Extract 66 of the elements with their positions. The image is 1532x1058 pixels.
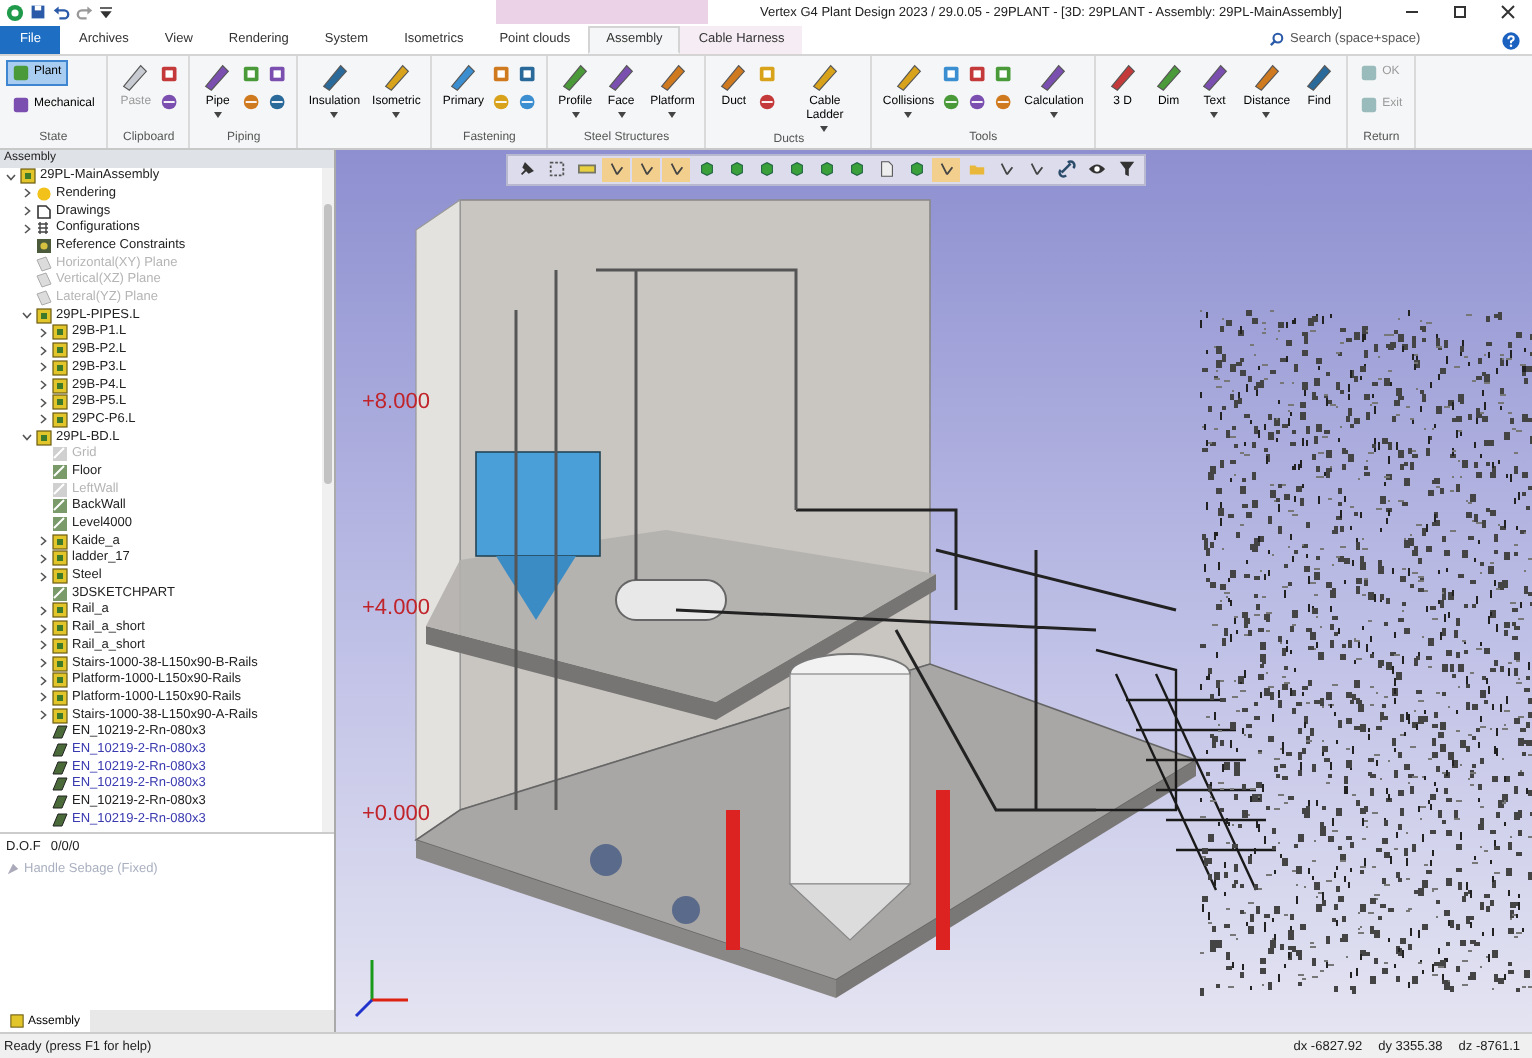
ruler-icon <box>577 160 595 179</box>
tool-icon[interactable] <box>492 63 515 84</box>
view-tool-button[interactable] <box>632 157 660 182</box>
constraint-icon <box>6 861 20 876</box>
chevron-icon[interactable] <box>38 362 48 373</box>
chevron-icon[interactable] <box>38 605 48 616</box>
view-tool-button[interactable] <box>602 157 630 182</box>
chevron-icon[interactable] <box>38 345 48 356</box>
assembly-icon <box>10 1014 24 1029</box>
chevron-icon[interactable] <box>38 692 48 703</box>
view-tool-button[interactable] <box>932 157 960 182</box>
search-icon <box>1270 32 1284 47</box>
chevron-icon[interactable] <box>22 206 32 217</box>
customize-caret-icon[interactable] <box>100 6 112 18</box>
chevron-icon[interactable] <box>38 414 48 425</box>
filter-icon <box>1117 160 1135 179</box>
document-icon <box>36 203 52 220</box>
chevron-icon[interactable] <box>22 310 32 321</box>
chevron-icon[interactable] <box>22 223 32 234</box>
box-icon <box>547 160 565 179</box>
chevron-icon[interactable] <box>38 675 48 686</box>
chevron-icon[interactable] <box>38 571 48 582</box>
chevron-icon[interactable] <box>38 623 48 634</box>
part-icon <box>52 585 68 602</box>
chevron-icon[interactable] <box>38 380 48 390</box>
undo-icon[interactable] <box>52 4 70 20</box>
tool-icon[interactable] <box>994 63 1017 84</box>
constraint-icon <box>36 238 52 254</box>
elevation-label: +4.000 <box>362 595 430 620</box>
save-icon[interactable] <box>30 4 46 20</box>
chevron-icon[interactable] <box>38 553 48 564</box>
axis-triad-icon <box>354 959 408 1017</box>
assembly-icon <box>20 168 36 185</box>
tool-icon[interactable] <box>942 63 965 84</box>
folder-icon <box>967 160 985 179</box>
chevron-icon[interactable] <box>38 710 48 721</box>
redo-icon[interactable] <box>76 4 94 20</box>
eye-icon <box>1087 160 1105 179</box>
bulb-icon <box>36 185 52 202</box>
chevron-icon[interactable] <box>38 397 48 408</box>
maximize-icon <box>1452 4 1468 20</box>
app-logo-icon[interactable] <box>6 3 24 21</box>
elevation-label: +0.000 <box>362 801 430 826</box>
view-tool-button[interactable] <box>662 157 690 182</box>
elevation-label: +8.000 <box>362 389 430 414</box>
list-icon <box>36 220 52 237</box>
chevron-icon[interactable] <box>6 171 16 182</box>
chevron-icon[interactable] <box>38 640 48 651</box>
link-icon <box>1057 160 1075 179</box>
scrollbar[interactable] <box>322 167 334 832</box>
chevron-icon[interactable] <box>38 327 48 338</box>
cube-icon <box>907 160 925 179</box>
tool-icon[interactable] <box>160 63 183 84</box>
tool-icon[interactable] <box>968 63 991 84</box>
tool-icon[interactable] <box>268 63 291 84</box>
chevron-icon[interactable] <box>38 658 48 668</box>
close-icon <box>1500 4 1516 20</box>
pin-icon <box>517 160 535 179</box>
tool-icon[interactable] <box>242 63 265 84</box>
chevron-icon[interactable] <box>38 536 48 547</box>
document-icon <box>877 160 895 179</box>
view-tool-button[interactable] <box>1052 157 1080 182</box>
chevron-icon[interactable] <box>22 188 32 199</box>
chevron-icon[interactable] <box>22 432 32 443</box>
tool-icon[interactable] <box>518 63 541 84</box>
help-icon[interactable] <box>1502 31 1520 50</box>
